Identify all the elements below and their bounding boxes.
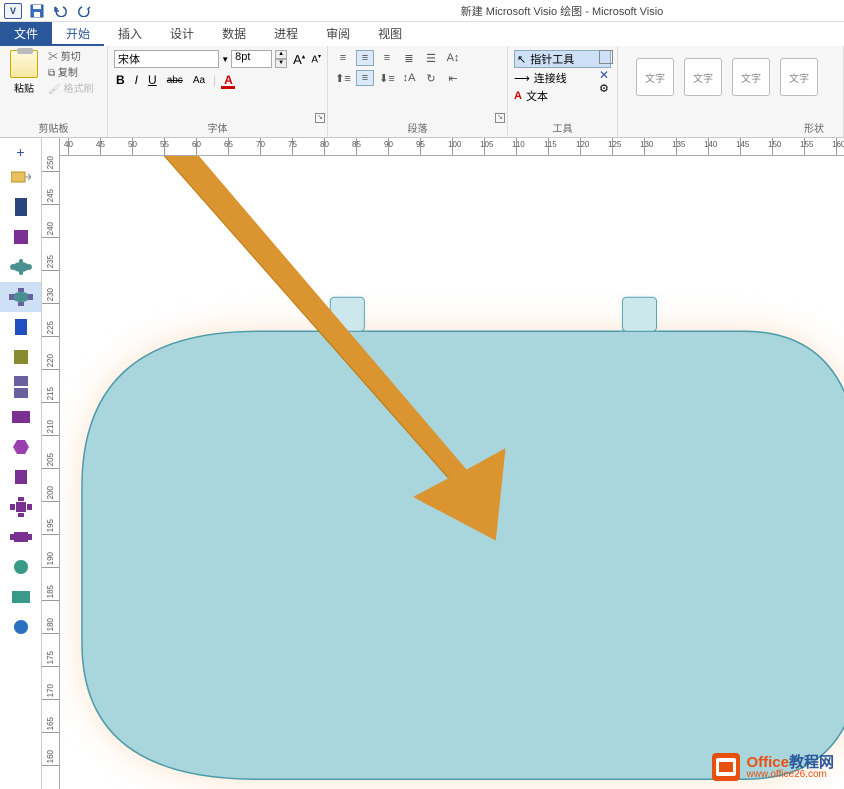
stencil-wide-purple-icon[interactable] [0, 402, 41, 432]
align-left-icon[interactable]: ≡ [334, 50, 352, 66]
stencil-wide-purple2-icon[interactable] [0, 522, 41, 552]
strike-button[interactable]: abc [165, 74, 185, 87]
italic-button[interactable]: I [133, 72, 140, 88]
font-label: 字体 [114, 120, 321, 135]
tab-review[interactable]: 审阅 [312, 22, 364, 46]
shape-style-1[interactable]: 文字 [636, 58, 674, 96]
shape-style-3[interactable]: 文字 [732, 58, 770, 96]
group-tools: ↖ 指针工具 ⟶ 连接线 A 文本 ✕ ⚙ 工具 [508, 46, 618, 137]
bold-button[interactable]: B [114, 72, 127, 88]
paste-button[interactable]: 粘贴 [6, 50, 42, 98]
tab-design[interactable]: 设计 [156, 22, 208, 46]
stencil-circle-teal-icon[interactable] [0, 552, 41, 582]
save-icon[interactable] [26, 1, 48, 21]
stencil-rect-purple-icon[interactable] [0, 222, 41, 252]
stencil-rect-blue-icon[interactable] [0, 192, 41, 222]
workspace: + 25024524023523022522021521020520019519… [0, 138, 844, 789]
stencil-double-rect-icon[interactable] [0, 372, 41, 402]
canvas-svg [60, 156, 844, 789]
tab-insert[interactable]: 插入 [104, 22, 156, 46]
text-direction-icon[interactable]: A↕ [444, 50, 462, 66]
copy-button[interactable]: ⧉ 复制 [48, 66, 93, 82]
font-launcher-icon[interactable]: ↘ [315, 113, 325, 123]
crosshair-icon[interactable]: ✕ [599, 68, 613, 82]
watermark-icon [712, 753, 740, 781]
indent-icon[interactable]: ⇤ [444, 70, 462, 86]
paste-icon [10, 50, 38, 78]
rotate-icon[interactable]: ↻ [422, 70, 440, 86]
font-size-select[interactable]: 8pt [231, 50, 272, 68]
tab-data[interactable]: 数据 [208, 22, 260, 46]
quick-access-toolbar: V [0, 1, 96, 21]
valign-bot-icon[interactable]: ⬇≡ [378, 70, 396, 86]
shapes-stencil-panel: + [0, 138, 42, 789]
case-button[interactable]: Aa [191, 74, 207, 87]
stencil-cluster-teal-icon[interactable] [0, 252, 41, 282]
shapes-label: 形状 [804, 120, 824, 135]
stencil-blue-square-icon[interactable] [0, 312, 41, 342]
ribbon: 粘贴 ✂ 剪切 ⧉ 复制 🖌 格式刷 剪贴板 宋体 ▼ 8pt ▲ ▼ A▴ A… [0, 46, 844, 138]
bullets-icon[interactable]: ☰ [422, 50, 440, 66]
watermark-title: Office教程网 [746, 755, 834, 770]
tab-process[interactable]: 进程 [260, 22, 312, 46]
pointer-tool-button[interactable]: ↖ 指针工具 [514, 50, 611, 68]
stencil-cluster-purple-icon[interactable] [0, 492, 41, 522]
shape-style-4[interactable]: 文字 [780, 58, 818, 96]
group-font: 宋体 ▼ 8pt ▲ ▼ A▴ A▾ B I U abc Aa | A 字体 ↘ [108, 46, 328, 137]
shape-style-2[interactable]: 文字 [684, 58, 722, 96]
undo-icon[interactable] [50, 1, 72, 21]
drawing-canvas[interactable] [60, 156, 844, 789]
size-down-icon[interactable]: ▼ [275, 59, 287, 68]
justify-icon[interactable]: ≣ [400, 50, 418, 66]
watermark: Office教程网 www.office26.com [712, 753, 834, 781]
rectangle-tool-icon[interactable] [599, 50, 613, 64]
tools-misc-icon[interactable]: ⚙ [599, 82, 613, 95]
clipboard-label: 剪贴板 [6, 120, 101, 135]
paragraph-launcher-icon[interactable]: ↘ [495, 113, 505, 123]
stencil-rect-teal-icon[interactable] [0, 582, 41, 612]
font-family-select[interactable]: 宋体 [114, 50, 219, 68]
vertical-ruler: 2502452402352302252202152102052001951901… [42, 138, 60, 789]
stencil-cluster4-icon[interactable] [0, 282, 41, 312]
redo-icon[interactable] [74, 1, 96, 21]
text-tool-button[interactable]: A 文本 [514, 88, 611, 104]
group-paragraph: ≡ ≡ ≡ ≣ ☰ A↕ ⬆≡ ≡ ⬇≡ ↕A ↻ ⇤ 段落 ↘ [328, 46, 508, 137]
title-bar: V 新建 Microsoft Visio 绘图 - Microsoft Visi… [0, 0, 844, 22]
stencil-olive-square-icon[interactable] [0, 342, 41, 372]
group-shapes: 文字 文字 文字 文字 形状 [618, 46, 844, 137]
valign-top-icon[interactable]: ⬆≡ [334, 70, 352, 86]
paragraph-label: 段落 [334, 120, 501, 135]
stencil-hexagon-icon[interactable] [0, 432, 41, 462]
shrink-font-icon[interactable]: A▾ [311, 53, 321, 65]
tab-file[interactable]: 文件 [0, 22, 52, 46]
font-color-button[interactable]: A [222, 72, 235, 88]
cut-button[interactable]: ✂ 剪切 [48, 50, 93, 66]
stencil-plus-icon[interactable]: + [0, 142, 41, 162]
align-center-icon[interactable]: ≡ [356, 50, 374, 66]
paste-label: 粘贴 [14, 80, 34, 95]
stencil-square-arrow-icon[interactable] [0, 162, 41, 192]
tab-view[interactable]: 视图 [364, 22, 416, 46]
valign-mid-icon[interactable]: ≡ [356, 70, 374, 86]
app-icon[interactable]: V [2, 1, 24, 21]
stencil-small-purple-icon[interactable] [0, 462, 41, 492]
watermark-url: www.office26.com [746, 770, 834, 780]
underline-button[interactable]: U [146, 72, 159, 88]
line-spacing-icon[interactable]: ↕A [400, 70, 418, 86]
window-title: 新建 Microsoft Visio 绘图 - Microsoft Visio [461, 3, 664, 19]
canvas-area: 4045505560657075808590951001051101151201… [60, 138, 844, 789]
size-up-icon[interactable]: ▲ [275, 50, 287, 59]
ribbon-tabs: 文件 开始 插入 设计 数据 进程 审阅 视图 [0, 22, 844, 46]
connector-tool-button[interactable]: ⟶ 连接线 [514, 70, 611, 86]
align-right-icon[interactable]: ≡ [378, 50, 396, 66]
format-painter-button[interactable]: 🖌 格式刷 [48, 82, 93, 98]
group-clipboard: 粘贴 ✂ 剪切 ⧉ 复制 🖌 格式刷 剪贴板 [0, 46, 108, 137]
tools-label: 工具 [514, 120, 611, 135]
stencil-circle-blue-icon[interactable] [0, 612, 41, 642]
grow-font-icon[interactable]: A▴ [293, 52, 305, 67]
horizontal-ruler: 4045505560657075808590951001051101151201… [60, 138, 844, 156]
tab-home[interactable]: 开始 [52, 22, 104, 46]
